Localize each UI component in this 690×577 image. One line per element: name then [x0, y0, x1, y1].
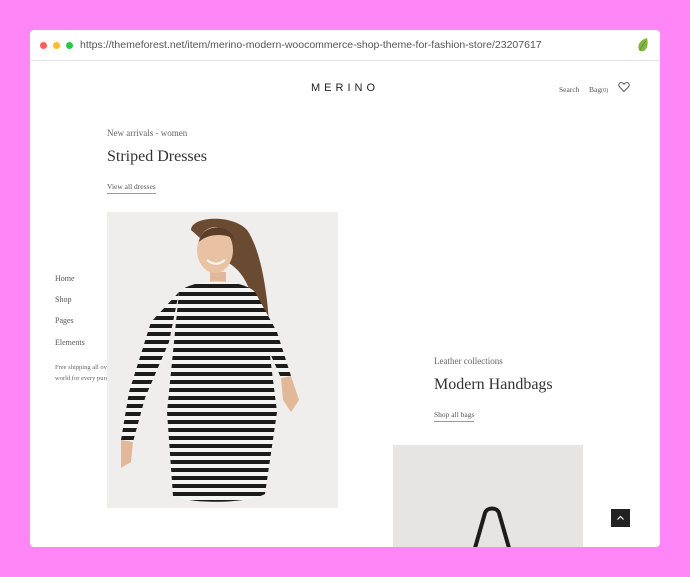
minimize-window-button[interactable]	[53, 42, 60, 49]
site-logo[interactable]: MERINO	[311, 82, 379, 94]
bag-label: Bag	[589, 85, 602, 94]
bag-link[interactable]: Bag(0)	[589, 85, 608, 94]
dresses-kicker: New arrivals - women	[107, 128, 188, 138]
bag-count: (0)	[601, 88, 609, 94]
address-bar[interactable]: https://themeforest.net/item/merino-mode…	[80, 39, 542, 51]
maximize-window-button[interactable]	[66, 42, 73, 49]
view-all-dresses-link[interactable]: View all dresses	[107, 182, 156, 194]
sidebar-item-home[interactable]: Home	[55, 274, 75, 283]
chevron-up-icon	[617, 515, 624, 520]
sidebar-item-shop[interactable]: Shop	[55, 295, 71, 304]
shop-all-bags-link[interactable]: Shop all bags	[434, 410, 475, 422]
envato-leaf-icon[interactable]	[636, 37, 650, 53]
handbags-title: Modern Handbags	[434, 376, 553, 393]
sidebar-item-pages[interactable]: Pages	[55, 316, 74, 325]
heart-icon[interactable]	[618, 81, 630, 93]
striped-dress-illustration	[121, 218, 299, 502]
handbag-image[interactable]	[393, 445, 583, 547]
scroll-to-top-button[interactable]	[611, 509, 630, 527]
handbags-kicker: Leather collections	[434, 356, 503, 366]
browser-toolbar: https://themeforest.net/item/merino-mode…	[30, 30, 660, 61]
striped-dress-image[interactable]	[107, 212, 338, 508]
search-link[interactable]: Search	[559, 85, 579, 94]
sidebar-item-elements[interactable]: Elements	[55, 338, 85, 347]
browser-window: https://themeforest.net/item/merino-mode…	[30, 30, 660, 547]
handbag-illustration	[473, 506, 511, 547]
close-window-button[interactable]	[40, 42, 47, 49]
dresses-title: Striped Dresses	[107, 148, 207, 165]
page-content: MERINO Search Bag(0) New arrivals - wome…	[30, 61, 660, 547]
